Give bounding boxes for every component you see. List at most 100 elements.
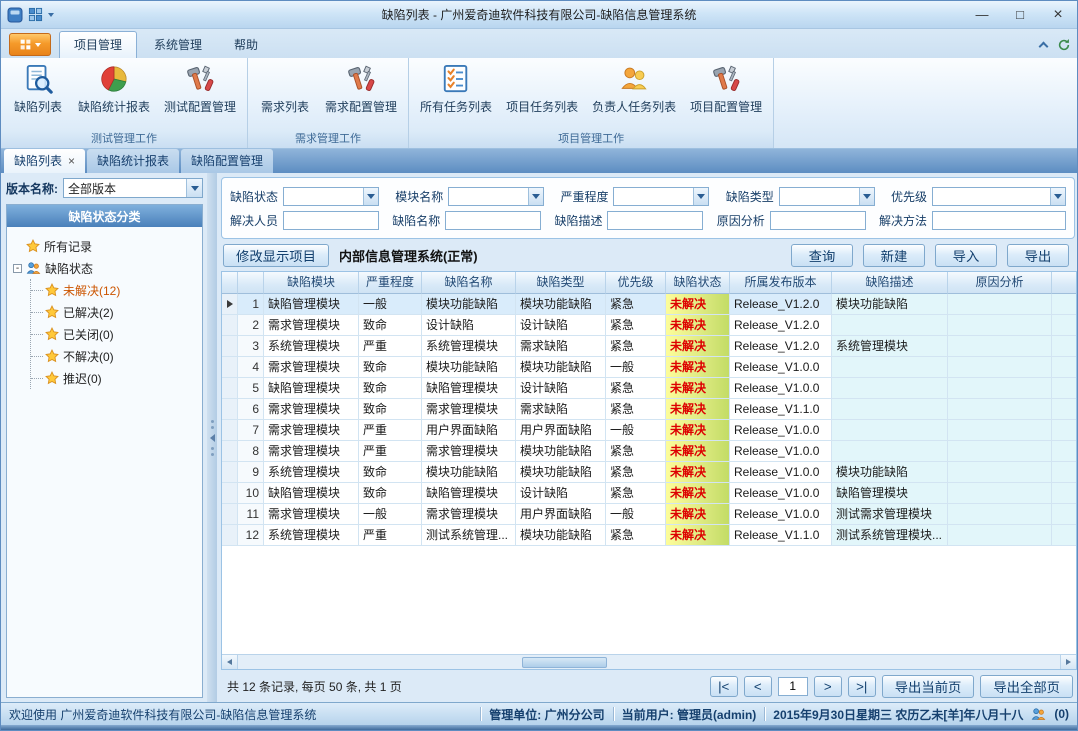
grid-cell[interactable]: 设计缺陷 bbox=[516, 378, 606, 399]
grid-cell[interactable] bbox=[948, 399, 1052, 420]
pager-last-button[interactable]: >| bbox=[848, 676, 876, 697]
ribbon-tab[interactable]: 帮助 bbox=[219, 31, 273, 58]
grid-cell[interactable]: 未解决 bbox=[666, 420, 730, 441]
filter-input-field[interactable] bbox=[780, 188, 859, 205]
table-row[interactable]: 8需求管理模块严重需求管理模块模块功能缺陷紧急未解决Release_V1.0.0 bbox=[222, 441, 1076, 462]
grid-cell[interactable]: 未解决 bbox=[666, 315, 730, 336]
grid-cell[interactable]: 致命 bbox=[359, 357, 422, 378]
filter-combobox[interactable] bbox=[779, 187, 875, 206]
filter-input-field[interactable] bbox=[284, 212, 378, 229]
ribbon-button[interactable]: 需求配置管理 bbox=[318, 61, 404, 117]
grid-cell[interactable]: 需求缺陷 bbox=[516, 399, 606, 420]
doc-tab[interactable]: 缺陷列表× bbox=[4, 149, 85, 173]
grid-cell[interactable] bbox=[1052, 336, 1076, 357]
tree-item[interactable]: 不解决(0) bbox=[31, 345, 196, 367]
grid-cell[interactable]: 缺陷管理模块 bbox=[422, 378, 516, 399]
grid-cell[interactable]: 严重 bbox=[359, 336, 422, 357]
table-row[interactable]: 4需求管理模块致命模块功能缺陷模块功能缺陷一般未解决Release_V1.0.0 bbox=[222, 357, 1076, 378]
grid-cell[interactable]: 系统管理模块 bbox=[264, 525, 359, 546]
grid-cell[interactable]: 未解决 bbox=[666, 483, 730, 504]
grid-cell[interactable] bbox=[948, 483, 1052, 504]
grid-cell[interactable]: 未解决 bbox=[666, 294, 730, 315]
table-row[interactable]: 5缺陷管理模块致命缺陷管理模块设计缺陷紧急未解决Release_V1.0.0 bbox=[222, 378, 1076, 399]
splitter-handle[interactable] bbox=[207, 173, 217, 702]
search-button[interactable]: 查询 bbox=[791, 244, 853, 267]
column-header[interactable]: 严重程度 bbox=[359, 272, 422, 294]
export-all-pages-button[interactable]: 导出全部页 bbox=[980, 675, 1073, 698]
filter-combobox[interactable] bbox=[613, 187, 709, 206]
grid-cell[interactable]: 需求管理模块 bbox=[422, 504, 516, 525]
filter-input-field[interactable] bbox=[608, 212, 702, 229]
filter-textbox[interactable] bbox=[445, 211, 541, 230]
grid-cell[interactable]: 需求管理模块 bbox=[264, 504, 359, 525]
grid-cell[interactable]: 致命 bbox=[359, 483, 422, 504]
grid-cell[interactable]: 用户界面缺陷 bbox=[422, 420, 516, 441]
ribbon-button[interactable]: 缺陷列表 bbox=[5, 61, 71, 117]
grid-cell[interactable]: 紧急 bbox=[606, 525, 666, 546]
grid-cell[interactable]: 需求缺陷 bbox=[516, 336, 606, 357]
maximize-button[interactable]: □ bbox=[1001, 2, 1039, 28]
grid-cell[interactable]: 缺陷管理模块 bbox=[422, 483, 516, 504]
doc-tab[interactable]: 缺陷统计报表 bbox=[87, 149, 179, 173]
table-row[interactable]: 2需求管理模块致命设计缺陷设计缺陷紧急未解决Release_V1.2.0 bbox=[222, 315, 1076, 336]
grid-cell[interactable]: 致命 bbox=[359, 315, 422, 336]
grid-cell[interactable]: 用户界面缺陷 bbox=[516, 504, 606, 525]
grid-cell[interactable]: 缺陷管理模块 bbox=[264, 294, 359, 315]
grid-cell[interactable] bbox=[948, 525, 1052, 546]
chevron-down-icon[interactable] bbox=[528, 188, 543, 205]
grid-cell[interactable]: Release_V1.0.0 bbox=[730, 462, 832, 483]
minimize-button[interactable]: — bbox=[963, 2, 1001, 28]
grid-cell[interactable] bbox=[948, 315, 1052, 336]
grid-cell[interactable] bbox=[1052, 420, 1076, 441]
grid-cell[interactable]: 紧急 bbox=[606, 315, 666, 336]
grid-cell[interactable] bbox=[832, 378, 948, 399]
grid-cell[interactable]: Release_V1.2.0 bbox=[730, 315, 832, 336]
doc-tab[interactable]: 缺陷配置管理 bbox=[181, 149, 273, 173]
ribbon-button[interactable]: 所有任务列表 bbox=[413, 61, 499, 117]
quick-access-dropdown-icon[interactable] bbox=[48, 13, 54, 17]
close-button[interactable]: × bbox=[1039, 2, 1077, 28]
collapse-sidebar-icon[interactable] bbox=[210, 434, 215, 442]
scroll-left-icon[interactable] bbox=[222, 655, 238, 669]
filter-input-field[interactable] bbox=[771, 212, 865, 229]
grid-cell[interactable]: 模块功能缺陷 bbox=[516, 462, 606, 483]
ribbon-tab[interactable]: 系统管理 bbox=[139, 31, 217, 58]
app-menu-button[interactable] bbox=[9, 33, 51, 56]
grid-cell[interactable]: 设计缺陷 bbox=[422, 315, 516, 336]
chevron-down-icon[interactable] bbox=[363, 188, 378, 205]
filter-combobox[interactable] bbox=[932, 187, 1066, 206]
grid-cell[interactable]: Release_V1.0.0 bbox=[730, 420, 832, 441]
export-button[interactable]: 导出 bbox=[1007, 244, 1069, 267]
chevron-down-icon[interactable] bbox=[186, 179, 202, 197]
grid-cell[interactable]: 紧急 bbox=[606, 378, 666, 399]
grid-cell[interactable]: 紧急 bbox=[606, 483, 666, 504]
tree-item[interactable]: 所有记录 bbox=[13, 235, 196, 257]
modify-display-columns-button[interactable]: 修改显示项目 bbox=[223, 244, 329, 267]
grid-cell[interactable]: 测试需求管理模块 bbox=[832, 504, 948, 525]
grid-cell[interactable]: 严重 bbox=[359, 525, 422, 546]
grid-cell[interactable]: 紧急 bbox=[606, 336, 666, 357]
grid-cell[interactable]: 未解决 bbox=[666, 378, 730, 399]
grid-cell[interactable] bbox=[832, 441, 948, 462]
column-header[interactable]: 所属发布版本 bbox=[730, 272, 832, 294]
grid-cell[interactable]: 需求管理模块 bbox=[264, 420, 359, 441]
grid-cell[interactable]: 模块功能缺陷 bbox=[516, 441, 606, 462]
grid-cell[interactable]: 未解决 bbox=[666, 357, 730, 378]
grid-cell[interactable] bbox=[948, 441, 1052, 462]
page-number-input[interactable] bbox=[778, 677, 808, 696]
grid-cell[interactable]: 系统管理模块 bbox=[422, 336, 516, 357]
grid-cell[interactable]: 模块功能缺陷 bbox=[516, 525, 606, 546]
grid-cell[interactable]: 紧急 bbox=[606, 294, 666, 315]
grid-cell[interactable]: 需求管理模块 bbox=[264, 315, 359, 336]
grid-cell[interactable]: 模块功能缺陷 bbox=[422, 357, 516, 378]
grid-cell[interactable]: 未解决 bbox=[666, 525, 730, 546]
grid-cell[interactable]: 需求管理模块 bbox=[422, 399, 516, 420]
table-row[interactable]: 10缺陷管理模块致命缺陷管理模块设计缺陷紧急未解决Release_V1.0.0缺… bbox=[222, 483, 1076, 504]
grid-cell[interactable] bbox=[948, 504, 1052, 525]
grid-cell[interactable]: 紧急 bbox=[606, 441, 666, 462]
filter-textbox[interactable] bbox=[770, 211, 866, 230]
grid-cell[interactable]: Release_V1.0.0 bbox=[730, 504, 832, 525]
filter-input-field[interactable] bbox=[614, 188, 693, 205]
grid-cell[interactable]: Release_V1.1.0 bbox=[730, 399, 832, 420]
app-logo-icon[interactable] bbox=[7, 7, 23, 23]
